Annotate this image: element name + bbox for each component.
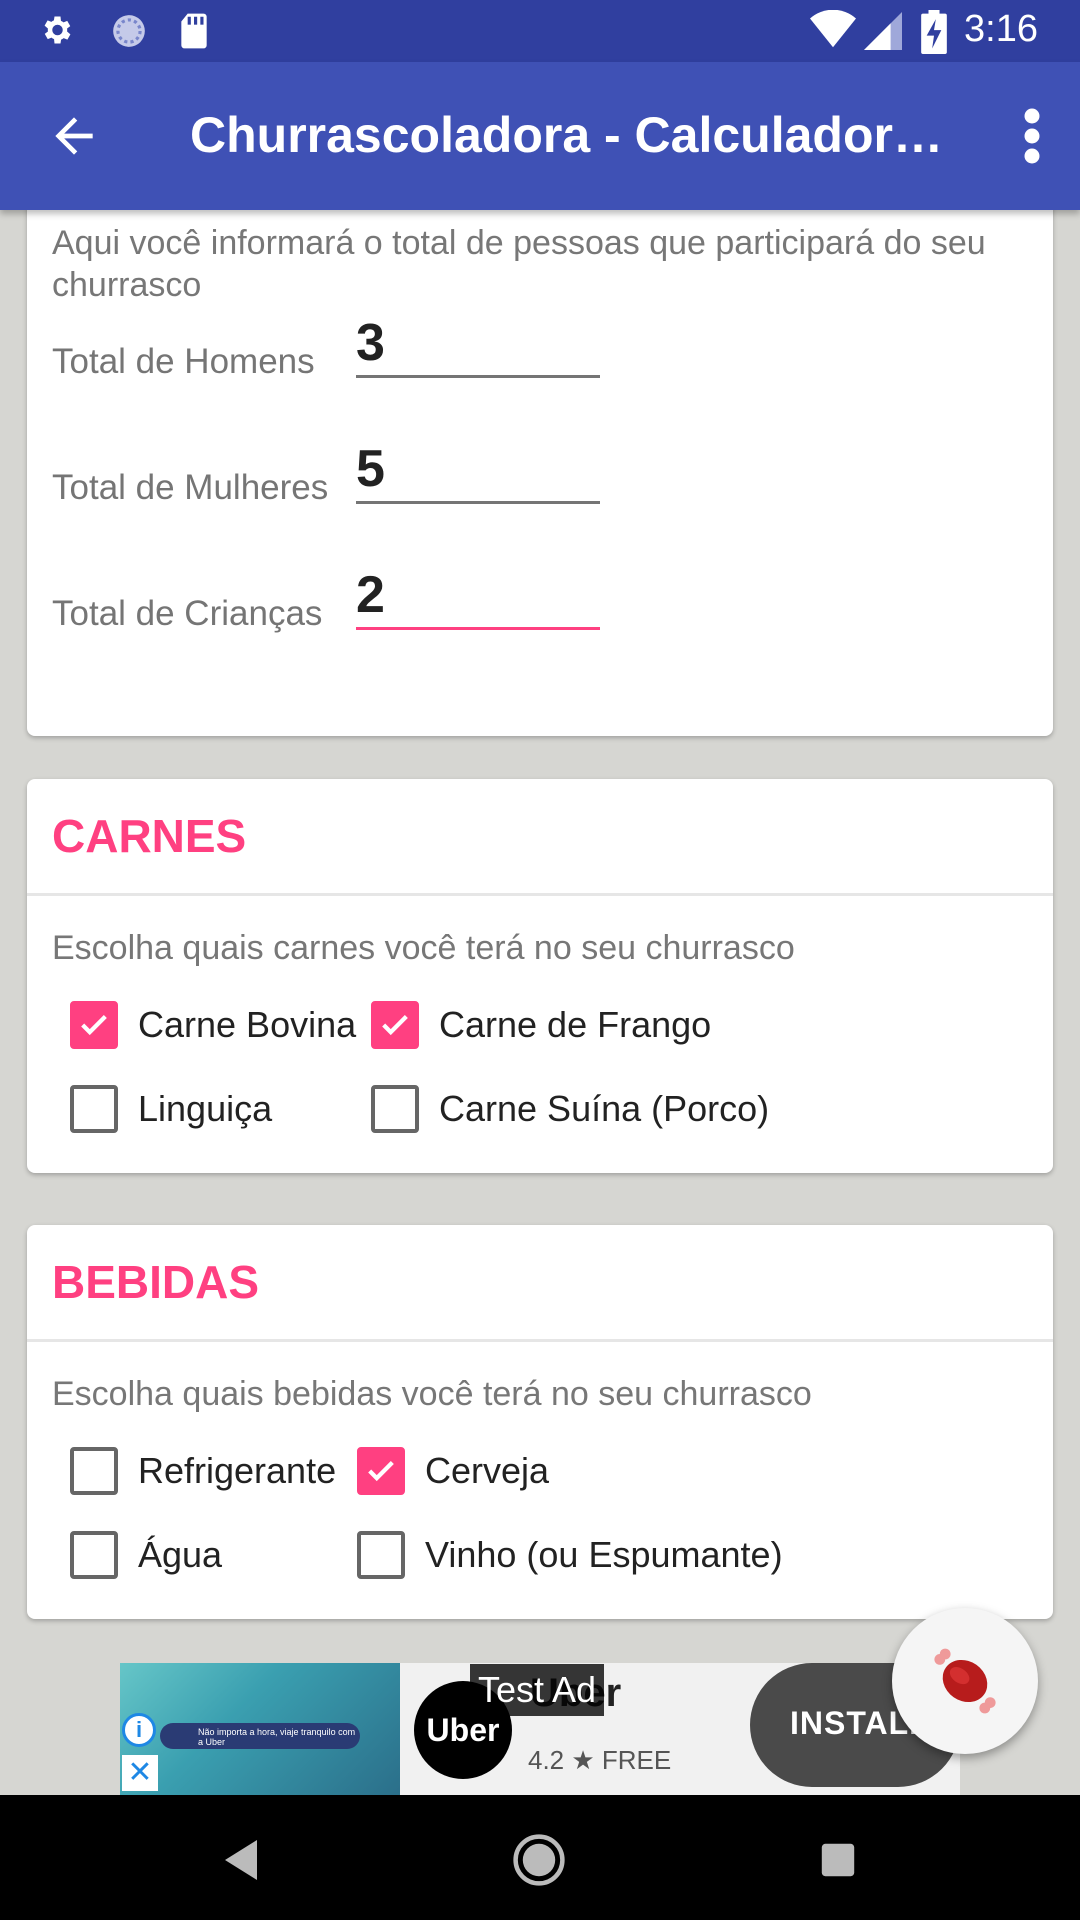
checkbox-label: Vinho (ou Espumante) — [425, 1534, 783, 1575]
page-title: Churrascoladora - Calculadora de Churras… — [190, 107, 950, 163]
status-bar: 3:16 — [0, 0, 1080, 62]
checkbox-label: Carne de Frango — [439, 1004, 712, 1045]
sync-icon — [113, 15, 145, 47]
divider — [27, 1339, 1053, 1342]
signal-icon — [864, 12, 902, 50]
more-vert-icon[interactable] — [1012, 106, 1052, 166]
checkbox-box[interactable] — [70, 1531, 118, 1579]
app-bar: Churrascoladora - Calculadora de Churras… — [0, 62, 1080, 210]
meats-card: CARNES Escolha quais carnes você terá no… — [27, 779, 1053, 1173]
checkbox-cerveja[interactable]: Cerveja — [357, 1447, 549, 1495]
checkbox-box[interactable] — [357, 1447, 405, 1495]
nav-back-icon — [225, 1840, 257, 1880]
meats-description: Escolha quais carnes você terá no seu ch… — [52, 929, 795, 967]
checkbox-label: Carne Bovina — [138, 1004, 357, 1045]
gear-icon — [44, 16, 71, 44]
men-input[interactable] — [356, 310, 600, 378]
men-label: Total de Homens — [52, 342, 315, 381]
status-time: 3:16 — [964, 8, 1038, 50]
nav-back-button[interactable] — [206, 1825, 276, 1895]
ad-close-icon[interactable]: ✕ — [122, 1755, 158, 1791]
ad-image-banner: Não importa a hora, viaje tranquilo com … — [160, 1723, 360, 1749]
checkbox-box[interactable] — [371, 1085, 419, 1133]
checkbox-box[interactable] — [357, 1531, 405, 1579]
checkbox-label: Refrigerante — [138, 1450, 337, 1491]
checkbox-agua[interactable]: Água — [70, 1531, 222, 1579]
scroll-content[interactable]: Aqui você informará o total de pessoas q… — [0, 210, 1080, 1795]
nav-recents-button[interactable] — [803, 1825, 873, 1895]
ad-image[interactable]: Não importa a hora, viaje tranquilo com … — [120, 1663, 400, 1795]
checkbox-vinho[interactable]: Vinho (ou Espumante) — [357, 1531, 783, 1579]
nav-recents-icon — [821, 1843, 855, 1877]
ad-rating: 4.2 ★ FREE — [528, 1745, 672, 1775]
people-card: Aqui você informará o total de pessoas q… — [27, 210, 1053, 736]
wifi-icon — [810, 10, 856, 48]
arrow-back-icon[interactable] — [46, 108, 102, 164]
checkbox-box[interactable] — [70, 1085, 118, 1133]
check-icon — [81, 1014, 107, 1036]
people-description: Aqui você informará o total de pessoas q… — [52, 224, 986, 304]
drinks-card: BEBIDAS Escolha quais bebidas você terá … — [27, 1225, 1053, 1619]
check-icon — [368, 1460, 394, 1482]
drinks-title: BEBIDAS — [52, 1256, 260, 1308]
checkbox-label: Cerveja — [425, 1450, 550, 1491]
nav-home-button[interactable] — [504, 1825, 574, 1895]
children-input[interactable] — [356, 562, 600, 630]
meat-icon — [934, 1648, 996, 1714]
checkbox-label: Carne Suína (Porco) — [439, 1088, 770, 1129]
checkbox-box[interactable] — [70, 1447, 118, 1495]
check-icon — [382, 1014, 408, 1036]
women-input[interactable] — [356, 436, 600, 504]
checkbox-carne-suina[interactable]: Carne Suína (Porco) — [371, 1085, 769, 1133]
checkbox-label: Linguiça — [138, 1088, 273, 1129]
test-ad-label: Test Ad — [470, 1664, 605, 1716]
sd-card-icon — [181, 13, 207, 49]
nav-home-icon — [513, 1834, 565, 1886]
checkbox-label: Água — [138, 1534, 223, 1575]
checkbox-box[interactable] — [371, 1001, 419, 1049]
nav-bar — [0, 1795, 1080, 1920]
checkbox-carne-bovina[interactable]: Carne Bovina — [70, 1001, 356, 1049]
drinks-description: Escolha quais bebidas você terá no seu c… — [52, 1375, 812, 1413]
calculate-fab[interactable] — [892, 1608, 1038, 1754]
ad-info-icon[interactable]: i — [122, 1713, 156, 1747]
children-label: Total de Crianças — [52, 594, 323, 633]
checkbox-linguica[interactable]: Linguiça — [70, 1085, 272, 1133]
checkbox-box[interactable] — [70, 1001, 118, 1049]
checkbox-carne-frango[interactable]: Carne de Frango — [371, 1001, 711, 1049]
divider — [27, 893, 1053, 896]
battery-charging-icon — [921, 10, 947, 54]
ad-banner-text: Não importa a hora, viaje tranquilo com … — [198, 1727, 356, 1747]
checkbox-refrigerante[interactable]: Refrigerante — [70, 1447, 336, 1495]
women-label: Total de Mulheres — [52, 468, 329, 507]
meats-title: CARNES — [52, 810, 247, 862]
